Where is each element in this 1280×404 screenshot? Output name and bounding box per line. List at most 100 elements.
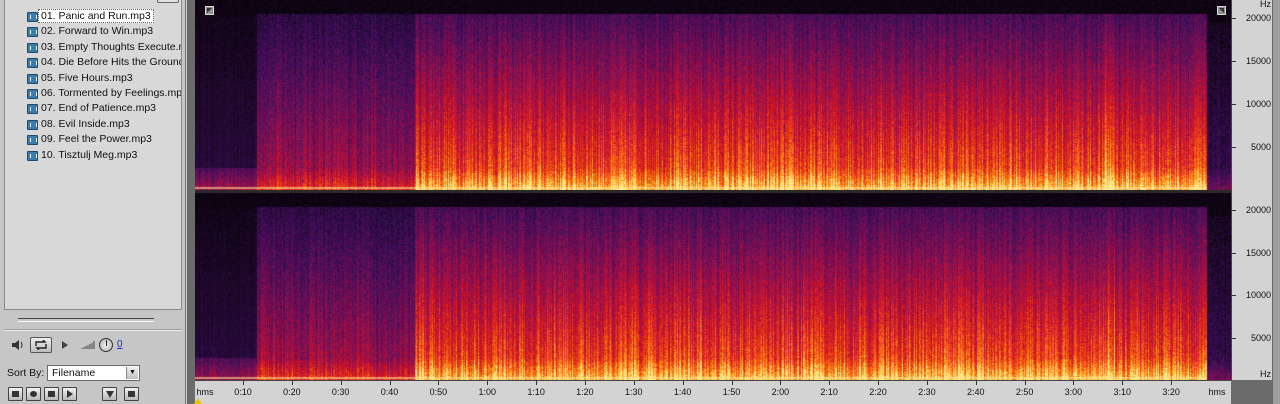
file-list-item[interactable]: 08. Evil Inside.mp3 [5, 117, 181, 132]
time-tick-label: 1:30 [625, 387, 643, 397]
stop-button[interactable] [44, 387, 59, 401]
frequency-tick-mark [1232, 17, 1236, 19]
panel-top-button[interactable] [157, 0, 179, 3]
spectral-display[interactable]: 20000 15000 10000 5000 20000 15000 10000 5000 Hz… [187, 0, 1280, 404]
zoom-corner-icon[interactable] [205, 6, 214, 15]
file-name: 06. Tormented by Feelings.mp3 [41, 86, 181, 99]
file-name: 09. Feel the Power.mp3 [41, 133, 152, 146]
frequency-tick-label: 20000 [1245, 205, 1271, 216]
frequency-tick-mark [1232, 337, 1236, 339]
time-tick-label: 1:10 [527, 387, 545, 397]
time-tick-mark [389, 381, 391, 385]
loop-icon [35, 340, 47, 350]
app-window: 01. Panic and Run.mp3 02. Forward to Win.… [0, 0, 1280, 404]
audio-file-icon [27, 42, 38, 53]
time-tick-label: 0:50 [429, 387, 448, 397]
insert-icon [12, 391, 19, 397]
time-tick-mark [878, 381, 880, 385]
sort-label: Sort By: [7, 367, 45, 379]
time-tick-label: 0:20 [283, 387, 301, 397]
time-tick-mark [243, 381, 244, 385]
file-list-item[interactable]: 01. Panic and Run.mp3 [5, 9, 181, 24]
file-list-item[interactable]: 06. Tormented by Feelings.mp3 [5, 86, 181, 101]
panel-divider [4, 329, 182, 331]
filter-button[interactable] [102, 387, 117, 401]
audio-file-icon [27, 88, 38, 99]
file-list-item[interactable]: 07. End of Patience.mp3 [5, 101, 181, 116]
frequency-tick-mark [1232, 103, 1236, 105]
loop-button[interactable] [30, 337, 52, 353]
frequency-ruler: 20000 15000 10000 5000 20000 15000 10000 5000 Hz… [1231, 0, 1272, 380]
audio-file-icon [27, 135, 38, 146]
spectrogram-channel-right[interactable] [195, 193, 1231, 380]
vertical-zoom-strip[interactable] [1272, 0, 1280, 404]
frequency-tick-mark [1232, 146, 1236, 148]
record-button[interactable] [26, 387, 41, 401]
file-list-item[interactable]: 04. Die Before Hits the Ground.mp3 [5, 55, 181, 70]
time-tick-label: 0:30 [331, 387, 350, 397]
audio-file-icon [27, 12, 38, 22]
play-file-icon [67, 390, 73, 398]
file-list: 01. Panic and Run.mp3 02. Forward to Win.… [5, 0, 181, 163]
time-tick-mark [1024, 381, 1026, 385]
file-list-item[interactable]: 05. Five Hours.mp3 [5, 71, 181, 86]
time-tick-mark [1073, 381, 1075, 385]
time-tick-label: 2:10 [820, 387, 838, 397]
spectrogram-channel-left[interactable] [195, 0, 1231, 190]
volume-knob-icon[interactable] [98, 337, 114, 353]
volume-bars-icon [80, 337, 96, 353]
time-ruler[interactable]: hms 0:10 0:20 0:30 0:40 0:50 1:00 1:10 1:20 1:30 1… [194, 380, 1231, 404]
frequency-tick-label: 15000 [1245, 55, 1271, 66]
file-list-item[interactable]: 03. Empty Thoughts Execute.mp3 [5, 40, 181, 55]
file-name: 04. Die Before Hits the Ground.mp3 [41, 56, 181, 69]
audio-file-icon [27, 27, 38, 38]
time-tick-mark [340, 381, 342, 385]
file-list-box: 01. Panic and Run.mp3 02. Forward to Win.… [4, 0, 182, 310]
time-tick-mark [731, 381, 733, 385]
time-tick-mark [633, 381, 635, 385]
frequency-tick-label: 10000 [1245, 290, 1271, 301]
time-tick-mark [291, 381, 293, 385]
speaker-icon[interactable] [10, 337, 26, 353]
file-name: 05. Five Hours.mp3 [41, 71, 133, 84]
time-tick-mark [926, 381, 928, 385]
play-icon[interactable] [60, 337, 70, 353]
time-tick-mark [975, 381, 977, 385]
file-name: 03. Empty Thoughts Execute.mp3 [41, 40, 181, 53]
time-tick-label: 1:50 [722, 387, 741, 397]
time-tick-label: 2:00 [771, 387, 790, 397]
audio-file-icon [27, 58, 38, 69]
file-list-item[interactable]: 02. Forward to Win.mp3 [5, 24, 181, 39]
time-tick-label: 1:20 [576, 387, 594, 397]
file-name: 02. Forward to Win.mp3 [41, 25, 154, 38]
zoom-corner-icon[interactable] [1217, 6, 1226, 15]
hz-unit-label: Hz [1260, 0, 1271, 9]
time-tick-label: 1:00 [478, 387, 497, 397]
time-tick-mark [682, 381, 684, 385]
time-tick-label: 0:10 [234, 387, 252, 397]
audio-file-icon [27, 150, 38, 161]
time-tick-mark [487, 381, 489, 385]
filter-icon [106, 391, 114, 398]
insert-button[interactable] [8, 387, 23, 401]
time-tick-label: 3:10 [1113, 387, 1132, 397]
chevron-down-icon[interactable]: ▼ [126, 367, 138, 379]
time-tick-label: 2:30 [918, 387, 936, 397]
file-list-item[interactable]: 09. Feel the Power.mp3 [5, 132, 181, 147]
show-button[interactable] [124, 387, 139, 401]
file-list-item[interactable]: 10. Tisztulj Meg.mp3 [5, 148, 181, 163]
frequency-tick-label: 5000 [1250, 332, 1271, 343]
playhead-marker[interactable] [194, 398, 202, 404]
time-tick-mark [584, 381, 586, 385]
file-name: 10. Tisztulj Meg.mp3 [41, 148, 138, 161]
stop-icon [48, 391, 55, 397]
volume-value[interactable]: 0 [117, 339, 123, 350]
time-tick-label: 3:00 [1064, 387, 1083, 397]
play-file-button[interactable] [62, 387, 77, 401]
frequency-tick-mark [1232, 210, 1236, 212]
file-name: 07. End of Patience.mp3 [41, 102, 156, 115]
horizontal-scrollbar[interactable] [18, 318, 154, 322]
time-tick-label: 2:20 [869, 387, 887, 397]
sort-select[interactable]: Filename ▼ [47, 365, 140, 381]
sort-selected-value: Filename [52, 367, 96, 379]
